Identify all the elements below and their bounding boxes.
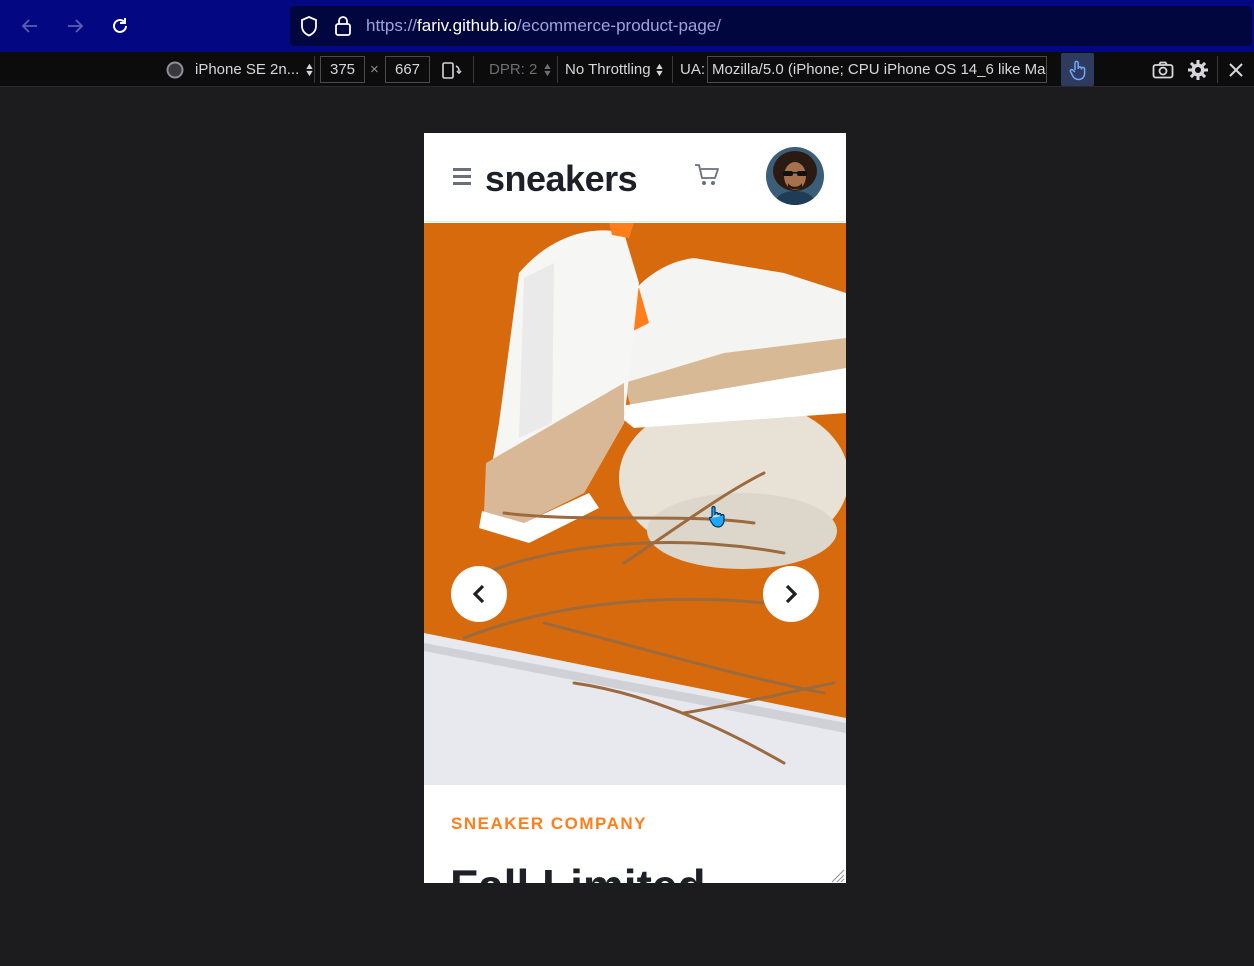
rotate-button[interactable] bbox=[441, 52, 463, 87]
back-button[interactable] bbox=[14, 10, 46, 42]
lock-icon[interactable] bbox=[334, 15, 352, 37]
hamburger-icon[interactable] bbox=[453, 168, 471, 186]
device-viewport: sneakers SNEAKER COMPANY bbox=[424, 133, 846, 883]
pointer-cursor-icon bbox=[708, 505, 725, 528]
shield-icon[interactable] bbox=[299, 15, 319, 37]
divider bbox=[557, 56, 558, 83]
avatar[interactable] bbox=[766, 147, 824, 205]
dpr-label: DPR: 2 bbox=[489, 61, 538, 78]
settings-button[interactable] bbox=[1187, 52, 1209, 87]
product-title: Fall Limited bbox=[450, 859, 706, 883]
forward-button[interactable] bbox=[59, 10, 91, 42]
company-label: SNEAKER COMPANY bbox=[451, 814, 647, 833]
url-text: https://fariv.github.io/ecommerce-produc… bbox=[366, 16, 721, 36]
url-bar[interactable]: https://fariv.github.io/ecommerce-produc… bbox=[290, 6, 1252, 46]
dpr-selector[interactable]: DPR: 2 ▲ ▼ bbox=[489, 52, 554, 87]
product-image bbox=[424, 223, 846, 785]
divider bbox=[1217, 56, 1218, 83]
divider bbox=[473, 56, 474, 83]
touch-simulation-button[interactable] bbox=[1061, 53, 1094, 86]
viewport-height-input[interactable]: 667 bbox=[385, 56, 430, 83]
user-agent-input[interactable]: Mozilla/5.0 (iPhone; CPU iPhone OS 14_6 … bbox=[707, 56, 1047, 83]
times-sign: × bbox=[370, 61, 379, 78]
responsive-toolbar: iPhone SE 2n... ▲ ▼ 375 × 667 DPR: 2 ▲ ▼ N… bbox=[0, 52, 1254, 87]
rotate-icon bbox=[442, 61, 462, 79]
url-path: /ecommerce-product-page/ bbox=[516, 16, 721, 35]
back-arrow-icon bbox=[21, 19, 37, 33]
divider bbox=[672, 56, 673, 83]
divider bbox=[314, 56, 315, 83]
resize-handle[interactable] bbox=[828, 866, 846, 884]
throttling-label: No Throttling bbox=[565, 61, 651, 78]
url-scheme: https:// bbox=[366, 16, 418, 35]
chevron-right-icon bbox=[785, 584, 798, 604]
chevron-updown-icon: ▲ ▼ bbox=[653, 60, 665, 78]
next-image-button[interactable] bbox=[763, 566, 819, 622]
chevron-left-icon bbox=[472, 584, 485, 604]
device-name: iPhone SE 2n... bbox=[195, 61, 300, 78]
screenshot-button[interactable] bbox=[1152, 52, 1174, 87]
chevron-updown-icon: ▲ ▼ bbox=[542, 60, 554, 78]
reload-icon bbox=[113, 18, 127, 33]
url-host: fariv.github.io bbox=[417, 16, 517, 35]
close-rdm-button[interactable] bbox=[1228, 52, 1244, 87]
settings-icon bbox=[1188, 59, 1208, 80]
device-selector[interactable]: iPhone SE 2n... ▲ ▼ bbox=[165, 52, 315, 87]
site-header: sneakers bbox=[424, 133, 846, 222]
site-logo[interactable]: sneakers bbox=[485, 158, 638, 200]
throttling-selector[interactable]: No Throttling ▲ ▼ bbox=[565, 52, 664, 87]
browser-nav-bar: https://fariv.github.io/ecommerce-produc… bbox=[0, 0, 1254, 52]
screenshot-icon bbox=[1152, 61, 1174, 78]
previous-image-button[interactable] bbox=[451, 566, 507, 622]
close-icon bbox=[1229, 62, 1243, 77]
ua-label: UA: bbox=[680, 61, 706, 78]
touch-icon bbox=[1069, 60, 1085, 80]
viewport-width-input[interactable]: 375 bbox=[320, 56, 365, 83]
device-icon bbox=[166, 61, 184, 78]
reload-button[interactable] bbox=[104, 10, 136, 42]
cart-icon[interactable] bbox=[694, 163, 720, 187]
forward-arrow-icon bbox=[68, 19, 84, 33]
